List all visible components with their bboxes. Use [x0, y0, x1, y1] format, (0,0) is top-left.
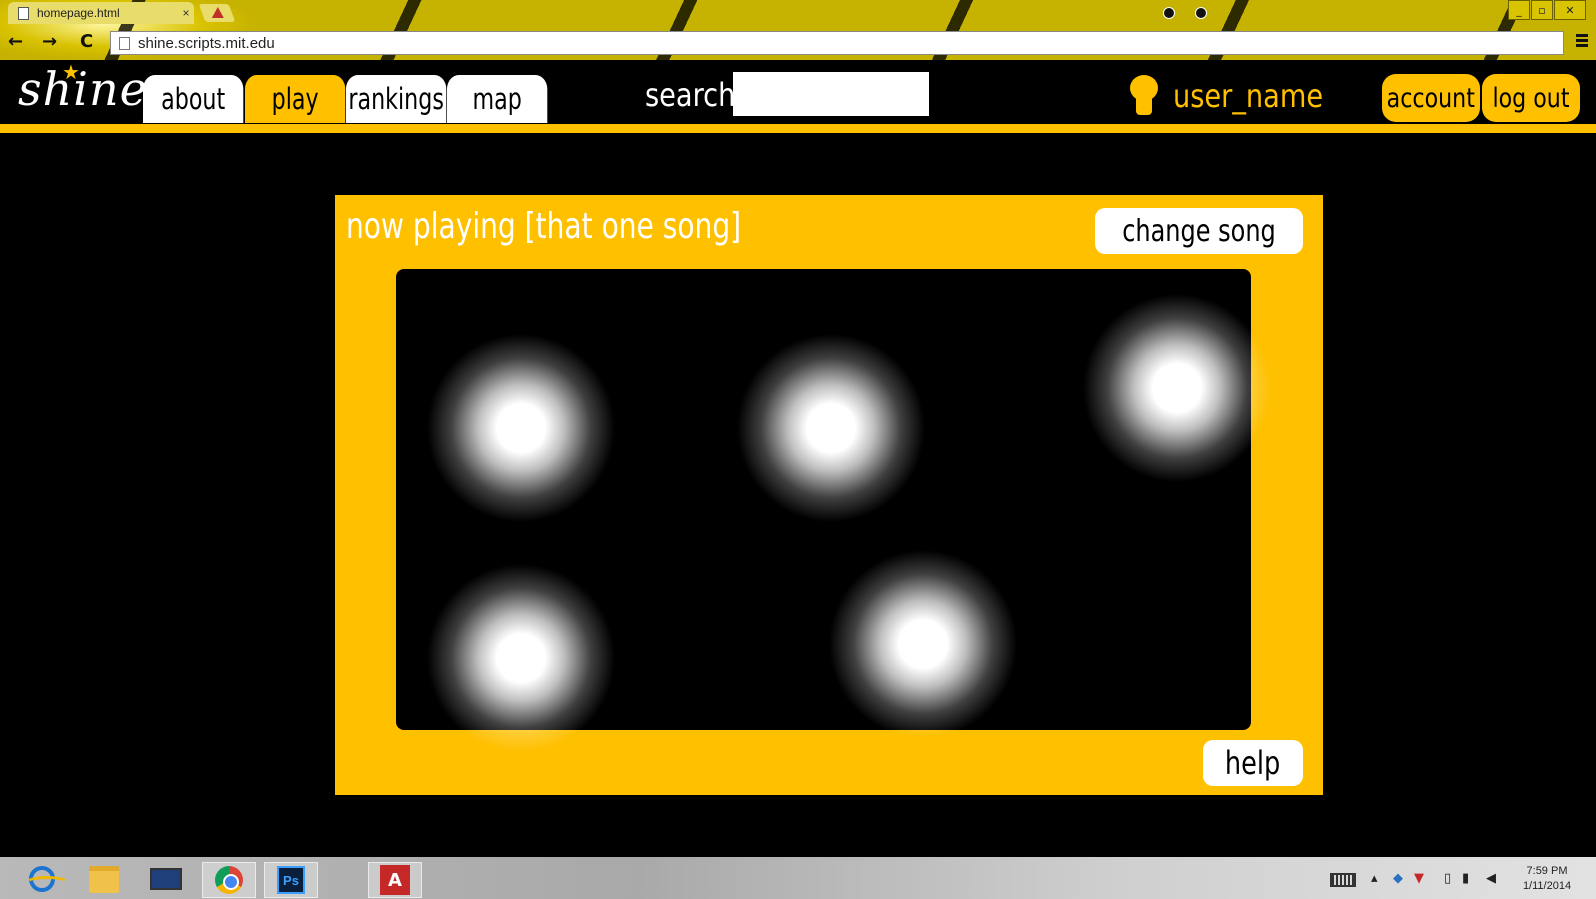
lenovo-icon[interactable]: [140, 862, 192, 896]
new-tab-button[interactable]: [198, 4, 236, 22]
internet-explorer-icon[interactable]: [16, 862, 69, 896]
page-icon: [18, 6, 29, 20]
browser-chrome: homepage.html × _ ▫ ✕ ← → C shine.script…: [0, 0, 1596, 60]
signal-icon[interactable]: ▮: [1462, 871, 1469, 887]
antivirus-icon[interactable]: ▼: [1414, 871, 1424, 887]
logo[interactable]: shine ★: [18, 60, 148, 116]
logo-text: shine: [18, 62, 148, 116]
nav-tab-rankings[interactable]: rankings: [346, 75, 447, 123]
file-explorer-icon[interactable]: [78, 862, 130, 896]
nav-tab-play[interactable]: play: [245, 75, 346, 123]
logout-button[interactable]: log out: [1482, 74, 1580, 122]
help-button[interactable]: help: [1203, 740, 1303, 786]
show-hidden-icons-icon[interactable]: ▴: [1371, 871, 1378, 887]
red-app-icon[interactable]: A: [368, 862, 422, 898]
light-orb[interactable]: [426, 563, 616, 753]
tab-close-icon[interactable]: ×: [178, 6, 194, 20]
clock-time: 7:59 PM: [1526, 865, 1568, 877]
restore-icon[interactable]: ▫: [1531, 0, 1553, 20]
browser-tab[interactable]: homepage.html ×: [8, 2, 194, 24]
light-orb[interactable]: [426, 333, 616, 523]
logout-label: log out: [1492, 82, 1570, 114]
close-window-icon[interactable]: ✕: [1554, 0, 1586, 20]
light-orb[interactable]: [1082, 293, 1272, 483]
back-icon[interactable]: ←: [8, 31, 23, 52]
account-label: account: [1386, 82, 1476, 114]
header-underline: [0, 124, 1596, 133]
network-shield-icon[interactable]: ◆: [1393, 871, 1403, 887]
username-link[interactable]: user_name: [1173, 77, 1323, 115]
nav-tab-map[interactable]: map: [447, 75, 548, 123]
address-bar[interactable]: shine.scripts.mit.edu: [110, 31, 1564, 55]
search-label: search: [645, 76, 736, 114]
url-text: shine.scripts.mit.edu: [138, 34, 275, 52]
account-button[interactable]: account: [1382, 74, 1480, 122]
minimize-icon[interactable]: _: [1508, 0, 1530, 20]
photoshop-icon[interactable]: Ps: [264, 862, 318, 898]
light-orb[interactable]: [736, 333, 926, 523]
keyboard-icon[interactable]: [1330, 873, 1356, 887]
chrome-icon[interactable]: [202, 862, 256, 898]
search-input[interactable]: [733, 72, 929, 116]
page-icon: [119, 36, 130, 50]
nav-tab-about[interactable]: about: [143, 75, 244, 123]
light-orb[interactable]: [828, 549, 1018, 739]
volume-icon[interactable]: ◀: [1486, 871, 1496, 887]
change-song-label: change song: [1122, 213, 1276, 249]
user-icon: [1128, 75, 1160, 115]
reload-icon[interactable]: C: [80, 31, 93, 52]
light-stage[interactable]: [396, 269, 1272, 753]
menu-icon[interactable]: [1576, 34, 1588, 49]
now-playing-title: now playing [that one song]: [346, 206, 742, 247]
theme-eyes: [1163, 7, 1207, 19]
help-label: help: [1225, 744, 1281, 782]
change-song-button[interactable]: change song: [1095, 208, 1303, 254]
star-icon: ★: [62, 60, 81, 84]
extension-icon: [211, 7, 224, 18]
system-clock[interactable]: 7:59 PM 1/11/2014: [1512, 864, 1582, 894]
forward-icon[interactable]: →: [42, 31, 57, 52]
battery-icon[interactable]: ▯: [1444, 871, 1451, 887]
tab-title: homepage.html: [37, 6, 120, 20]
clock-date: 1/11/2014: [1522, 880, 1572, 892]
